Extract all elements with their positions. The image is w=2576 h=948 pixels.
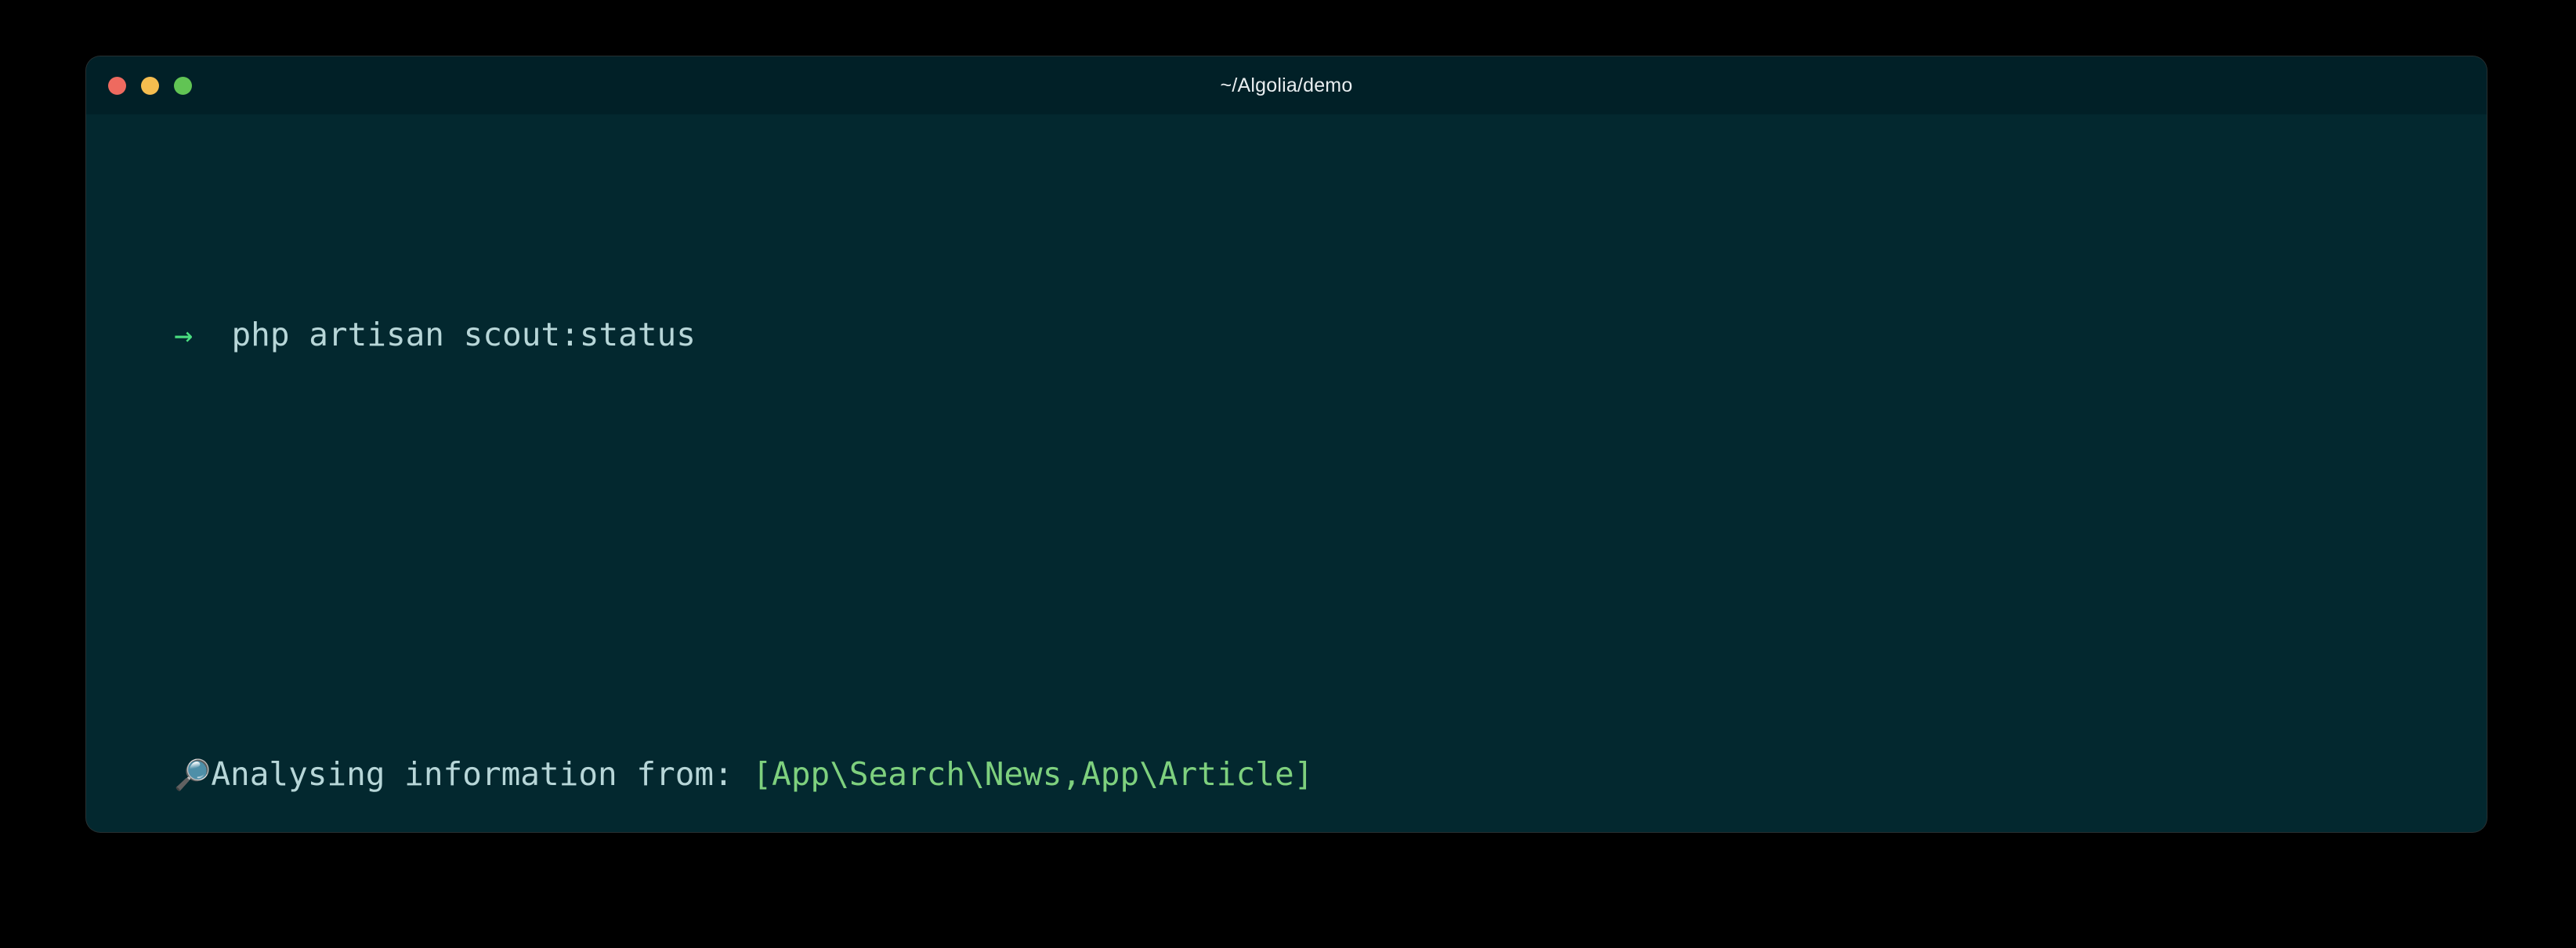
analysing-label: Analysing information from: <box>211 755 752 793</box>
command-input[interactable]: php artisan scout:status <box>231 316 695 353</box>
maximize-window-button[interactable] <box>174 77 192 95</box>
analysing-line: 🔎Analysing information from: [App\Search… <box>86 747 2487 802</box>
window-title-bar[interactable]: ~/Algolia/demo <box>86 56 2487 114</box>
analysing-models: [App\Search\News,App\Article] <box>752 755 1313 793</box>
minimize-window-button[interactable] <box>141 77 159 95</box>
terminal-window[interactable]: ~/Algolia/demo → php artisan scout:statu… <box>86 56 2487 832</box>
terminal-output[interactable]: → php artisan scout:status 🔎Analysing in… <box>86 114 2487 832</box>
command-line: → php artisan scout:status <box>86 307 2487 363</box>
prompt-arrow-icon: → <box>174 317 193 353</box>
command-text <box>193 316 231 353</box>
traffic-lights-group <box>108 77 192 95</box>
magnifier-icon: 🔎 <box>174 758 211 792</box>
window-title: ~/Algolia/demo <box>86 74 2487 97</box>
blank-line-1 <box>86 527 2487 582</box>
close-window-button[interactable] <box>108 77 126 95</box>
